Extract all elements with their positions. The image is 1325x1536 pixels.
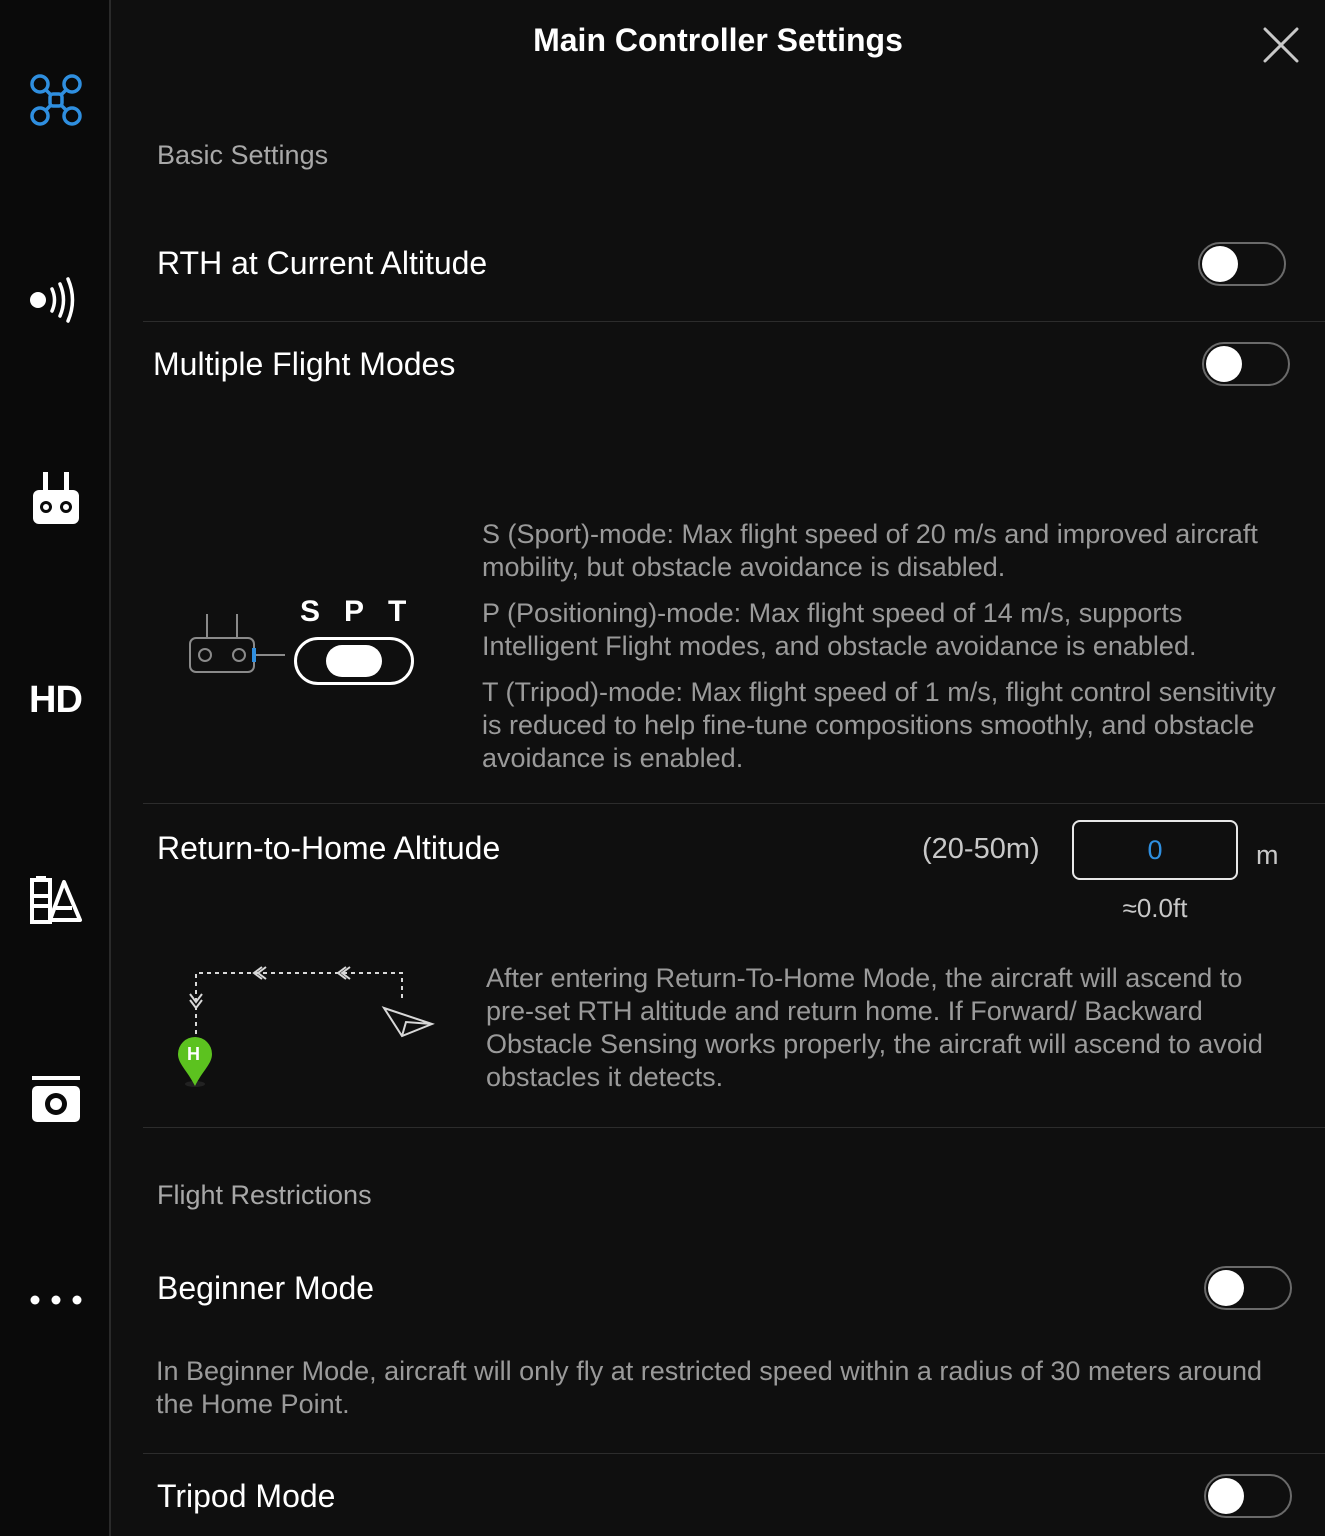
rth-path-diagram [178,966,435,1087]
rth-altitude-unit: m [1256,840,1279,870]
more-icon [30,1295,81,1305]
section-flight-restrictions: Flight Restrictions [157,1180,372,1210]
tripod-mode-description: T (Tripod)-mode: Max flight speed of 1 m… [482,677,1276,773]
section-basic-settings: Basic Settings [157,140,329,170]
multiple-flight-modes-label: Multiple Flight Modes [153,346,456,382]
sidebar-item-battery[interactable] [0,855,111,945]
page-title: Main Controller Settings [533,22,903,58]
sidebar-item-gimbal-camera[interactable] [0,1055,111,1145]
signal-icon [29,277,74,323]
toggle-knob [1208,1478,1244,1514]
rth-altitude-input[interactable] [1072,820,1238,880]
divider [143,321,1325,322]
beginner-mode-description: In Beginner Mode, aircraft will only fly… [156,1356,1263,1419]
rth-path-illustration: H [170,958,445,1098]
sport-mode-description: S (Sport)-mode: Max flight speed of 20 m… [482,519,1258,582]
close-button[interactable] [1258,22,1304,68]
positioning-mode-description: P (Positioning)-mode: Max flight speed o… [482,598,1197,661]
rth-altitude-conversion: ≈0.0ft [1122,893,1188,923]
mode-letter-p: P [344,595,365,628]
beginner-mode-toggle[interactable] [1204,1266,1292,1310]
rth-altitude-label: Return-to-Home Altitude [157,830,501,866]
camera-icon [31,1076,80,1122]
battery-icon [29,876,82,924]
divider [143,803,1325,804]
drone-icon [29,74,82,126]
rth-current-altitude-toggle[interactable] [1198,242,1286,286]
toggle-knob [1208,1270,1244,1306]
tripod-mode-label: Tripod Mode [157,1478,336,1514]
remote-controller-illustration-icon [189,614,285,673]
sidebar-item-aircraft[interactable] [0,55,111,145]
rth-altitude-range: (20-50m) [922,833,1040,865]
mode-letter-t: T [388,595,407,628]
rth-altitude-description: After entering Return-To-Home Mode, the … [486,963,1263,1092]
sidebar-item-hd[interactable]: HD [0,655,111,745]
mode-switch-knob [326,645,382,677]
sidebar: HD [0,0,111,1536]
divider [143,1453,1325,1454]
beginner-mode-label: Beginner Mode [157,1270,375,1306]
tripod-mode-toggle[interactable] [1204,1474,1292,1518]
sidebar-item-sensors[interactable] [0,255,111,345]
mode-letter-s: S [300,595,321,628]
toggle-knob [1202,246,1238,282]
close-icon [1263,27,1299,63]
remote-controller-icon [32,472,79,524]
rth-current-altitude-label: RTH at Current Altitude [157,245,488,281]
mode-switch-illustration: S P T [185,595,425,695]
hd-label: HD [29,678,83,721]
sidebar-item-more[interactable] [0,1255,111,1345]
sidebar-item-remote-controller[interactable] [0,455,111,545]
toggle-knob [1206,346,1242,382]
multiple-flight-modes-toggle[interactable] [1202,342,1290,386]
divider [143,1127,1325,1128]
home-point-marker: H [187,1044,200,1064]
mode-switch [294,637,414,685]
